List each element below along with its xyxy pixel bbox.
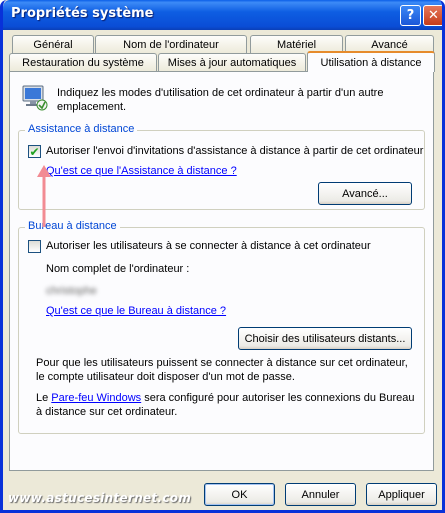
tab-label: Nom de l'ordinateur (123, 39, 219, 51)
remote-computer-icon (22, 85, 48, 111)
tab-general[interactable]: Général (12, 35, 94, 54)
firewall-note: Le Pare-feu Windows sera configuré pour … (36, 391, 416, 419)
select-remote-users-button[interactable]: Choisir des utilisateurs distants... (238, 327, 412, 350)
close-button[interactable]: ✕ (423, 5, 442, 26)
tab-automatic-updates[interactable]: Mises à jour automatiques (158, 53, 306, 72)
button-label: Avancé... (342, 187, 388, 200)
checkmark-icon: ✔ (29, 144, 40, 159)
assistance-checkbox[interactable]: ✔ (28, 145, 41, 158)
bureau-checkbox-label[interactable]: Autoriser les utilisateurs à se connecte… (46, 240, 371, 252)
firewall-note-prefix: Le (36, 392, 52, 404)
button-label: Appliquer (378, 488, 425, 501)
annotation-arrow-icon (37, 165, 51, 227)
bureau-checkbox[interactable] (28, 240, 41, 253)
firewall-link[interactable]: Pare-feu Windows (51, 392, 141, 404)
bureau-help-link[interactable]: Qu'est ce que le Bureau à distance ? (46, 305, 226, 317)
apply-button[interactable]: Appliquer (366, 483, 437, 506)
cancel-button[interactable]: Annuler (285, 483, 356, 506)
help-icon: ? (406, 8, 415, 23)
title-bar[interactable]: Propriétés système ? ✕ (3, 0, 442, 30)
tab-label: Avancé (371, 39, 408, 51)
assistance-group-title: Assistance à distance (25, 123, 138, 135)
tab-label: Mises à jour automatiques (167, 57, 297, 69)
help-button[interactable]: ? (400, 5, 421, 26)
button-label: Annuler (301, 488, 340, 501)
tab-label: Général (33, 39, 73, 51)
assistance-help-link[interactable]: Qu'est ce que l'Assistance à distance ? (46, 165, 237, 177)
button-label: OK (231, 488, 248, 501)
tab-label: Matériel (276, 39, 317, 51)
tab-computer-name[interactable]: Nom de l'ordinateur (95, 35, 247, 54)
tab-label: Utilisation à distance (320, 56, 422, 69)
password-note: Pour que les utilisateurs puissent se co… (36, 357, 408, 383)
close-icon: ✕ (428, 8, 439, 23)
tab-label: Restauration du système (22, 57, 144, 69)
advanced-button[interactable]: Avancé... (318, 182, 412, 205)
computer-name-value: christophe (46, 285, 97, 297)
tab-system-restore[interactable]: Restauration du système (9, 53, 157, 72)
intro-text: Indiquez les modes d'utilisation de cet … (57, 87, 384, 113)
ok-button[interactable]: OK (204, 483, 275, 506)
computer-name-label: Nom complet de l'ordinateur : (46, 263, 190, 275)
watermark: www.astucesinternet.com (8, 491, 192, 505)
window-title: Propriétés système (11, 6, 154, 21)
tab-remote[interactable]: Utilisation à distance (307, 51, 435, 72)
button-label: Choisir des utilisateurs distants... (244, 332, 406, 345)
assistance-checkbox-label[interactable]: Autoriser l'envoi d'invitations d'assist… (46, 145, 423, 157)
